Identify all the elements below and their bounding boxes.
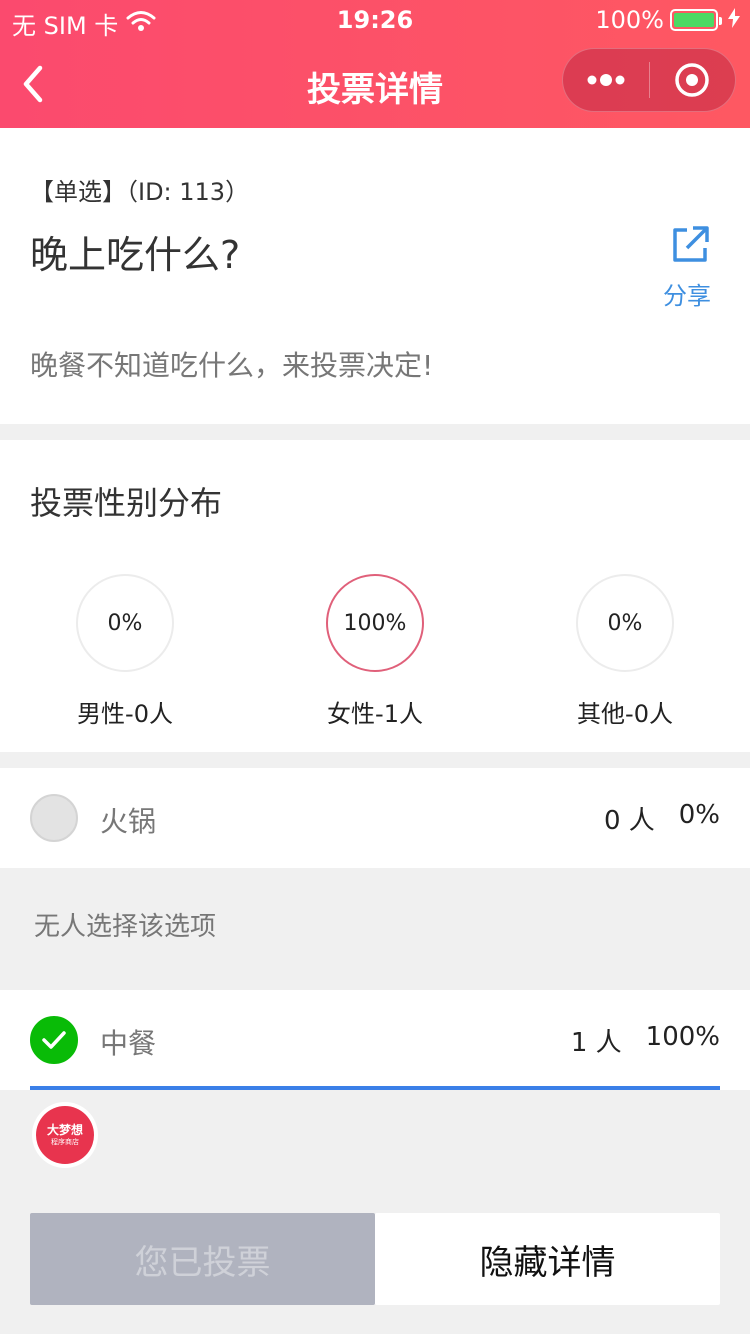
gender-percent-circle: 0% (76, 574, 174, 672)
gender-item-female: 100% 女性-1人 (275, 574, 475, 729)
close-miniprogram-button[interactable] (650, 49, 736, 111)
gender-percent-circle: 100% (326, 574, 424, 672)
option-name: 中餐 (100, 1027, 157, 1060)
gender-item-male: 0% 男性-0人 (25, 574, 225, 729)
miniprogram-capsule (562, 48, 736, 112)
gender-label: 其他-0人 (577, 700, 673, 728)
option-progress-bar (30, 1086, 720, 1090)
voted-button[interactable]: 您已投票 (30, 1213, 375, 1305)
option-name: 火锅 (100, 805, 157, 838)
vote-option[interactable]: 火锅 0 人 0% (0, 768, 750, 868)
gender-section-title: 投票性别分布 (30, 484, 223, 522)
gender-item-other: 0% 其他-0人 (525, 574, 725, 729)
charging-icon (728, 6, 740, 34)
option-empty-message: 无人选择该选项 (34, 912, 217, 942)
share-label: 分享 (663, 282, 711, 310)
option-stats: 1 人 100% (571, 1022, 720, 1059)
vote-description: 晚餐不知道吃什么，来投票决定! (30, 349, 434, 382)
target-circle-icon (675, 63, 709, 97)
status-bar: 无 SIM 卡 19:26 100% (0, 0, 750, 40)
battery-icon (670, 9, 722, 31)
app-logo: 大梦想 程序商店 (32, 1102, 98, 1168)
gender-label: 男性-0人 (77, 700, 173, 728)
share-button[interactable]: 分享 (663, 224, 716, 311)
vote-option[interactable]: 中餐 1 人 100% (0, 990, 750, 1090)
vote-title: 晚上吃什么? (30, 233, 241, 277)
share-external-icon (673, 226, 709, 262)
gender-percent-circle: 0% (576, 574, 674, 672)
vote-info-card: 【单选】（ID: 113） 晚上吃什么? 分享 晚餐不知道吃什么，来投票决定! (0, 128, 750, 424)
option-count: 0 人 (603, 806, 655, 836)
option-count: 1 人 (570, 1028, 622, 1058)
more-dots-icon (587, 74, 625, 86)
option-percent: 0% (678, 800, 720, 830)
radio-unchecked-icon[interactable] (30, 794, 78, 842)
navigation-bar: 投票详情 (0, 40, 750, 128)
option-percent: 100% (645, 1022, 720, 1052)
checkmark-circle-icon[interactable] (30, 1016, 78, 1064)
battery-percent: 100% (595, 6, 664, 34)
more-button[interactable] (563, 49, 649, 111)
logo-text-main: 大梦想 (46, 1123, 83, 1137)
logo-text-sub: 程序商店 (51, 1138, 79, 1146)
battery-info: 100% (595, 6, 740, 34)
gender-distribution-card: 投票性别分布 0% 男性-0人 100% 女性-1人 0% 其他-0人 (0, 440, 750, 752)
gender-label: 女性-1人 (327, 700, 423, 728)
vote-type-label: 【单选】（ID: 113） (30, 178, 250, 206)
header-bar: 无 SIM 卡 19:26 100% 投票详情 (0, 0, 750, 128)
hide-details-button[interactable]: 隐藏详情 (375, 1213, 720, 1305)
option-stats: 0 人 0% (604, 800, 720, 837)
